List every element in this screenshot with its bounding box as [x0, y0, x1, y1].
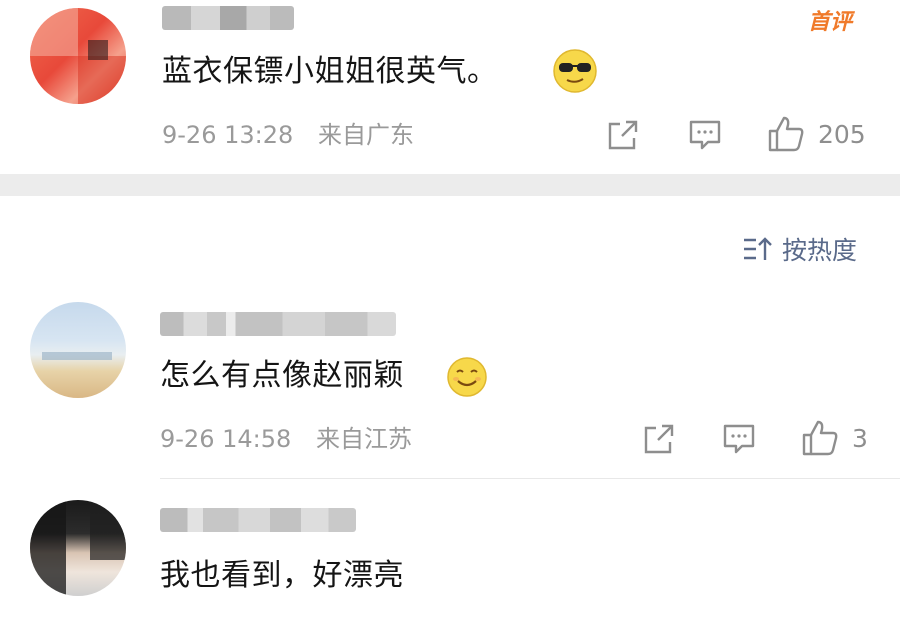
sunglasses-face-emoji: [552, 48, 598, 98]
comment-timestamp: 9-26 13:28: [162, 121, 294, 149]
comment-text: 我也看到，好漂亮: [160, 558, 404, 593]
like-count: 205: [818, 119, 866, 149]
like-button[interactable]: 3: [800, 418, 868, 458]
first-comment-badge: 首评: [808, 10, 853, 35]
comment-timestamp: 9-26 14:58: [160, 425, 292, 453]
username-pixelated[interactable]: [162, 6, 294, 30]
comment-location: 来自广东: [318, 121, 414, 149]
share-button[interactable]: [606, 118, 640, 152]
like-button[interactable]: 205: [766, 114, 866, 154]
avatar[interactable]: [30, 8, 126, 104]
comment-icon: [689, 120, 721, 150]
comment-location: 来自江苏: [316, 425, 412, 453]
smiling-face-emoji: [446, 356, 488, 402]
section-divider: [0, 174, 900, 196]
share-icon: [644, 424, 674, 454]
sort-icon: [744, 237, 772, 260]
thumbs-up-icon: [768, 116, 804, 152]
share-icon: [608, 120, 638, 150]
reply-button[interactable]: [722, 422, 756, 456]
like-count: 3: [852, 423, 868, 453]
avatar[interactable]: [30, 302, 126, 398]
comment-text: 蓝衣保镖小姐姐很英气。: [162, 54, 498, 89]
thumbs-up-icon: [802, 420, 838, 456]
username-pixelated[interactable]: [160, 508, 356, 532]
reply-button[interactable]: [688, 118, 722, 152]
sort-label: 按热度: [782, 236, 858, 265]
avatar[interactable]: [30, 500, 126, 596]
comment-icon: [723, 424, 755, 454]
share-button[interactable]: [642, 422, 676, 456]
comment-text: 怎么有点像赵丽颖: [160, 358, 404, 393]
sort-by-hot-button[interactable]: 按热度: [742, 231, 857, 267]
username-pixelated[interactable]: [160, 312, 396, 336]
comment-divider: [160, 478, 900, 479]
